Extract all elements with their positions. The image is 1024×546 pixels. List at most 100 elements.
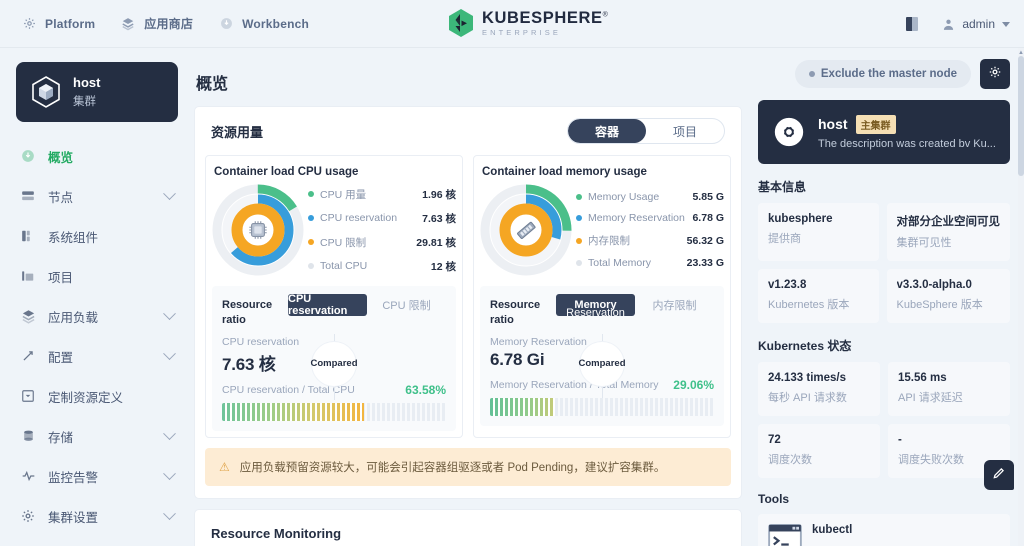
chevron-down-icon [163,346,176,360]
tab-memory-limit[interactable]: 内存限制 [635,294,714,316]
tool-item-kubectl[interactable]: kubectl [758,514,1010,546]
compare-left-label: CPU reservation [222,335,300,348]
status-cell-value: 24.133 times/s [768,372,847,384]
info-cell: v1.23.8 Kubernetes 版本 [758,269,879,323]
legend-row: Total Memory 23.33 G [576,257,724,269]
memory-pct-value: 29.06% [673,377,714,392]
memory-resource-ratio: Resource ratio Memory Reservation 内存限制 M… [480,286,724,426]
tab-cpu-reservation[interactable]: CPU reservation [288,293,367,317]
sidebar-item-label: 概览 [48,150,74,165]
legend-dot-icon [576,260,582,266]
user-name: admin [962,17,995,31]
legend-row: CPU 用量 1.96 核 [308,187,456,202]
host-card-title-row: host 主集群 [818,114,996,134]
legend-dot-icon [308,239,314,245]
crd-icon [20,388,36,404]
memory-compare-left: Memory Reservation 6.78 Gi [490,336,587,370]
cpu-pct-value: 63.58% [405,382,446,397]
feedback-button[interactable] [984,460,1014,490]
resource-usage-title: 资源用量 [211,124,264,140]
sidebar-item-nodes[interactable]: 节点 [0,176,190,216]
legend-label: Total Memory [588,257,652,269]
sidebar-item-storage[interactable]: 存储 [0,416,190,456]
sidebar-item-system-components[interactable]: 系统组件 [0,216,190,256]
info-cell-value: kubesphere [768,213,833,225]
kubernetes-status-title: Kubernetes 状态 [758,339,852,353]
cpu-ratio-bar-fill [222,402,365,421]
compare-left-value: 6.78 Gi [490,349,545,369]
status-cell: 15.56 ms API 请求延迟 [888,362,1010,416]
memory-donut-chart [476,180,576,280]
memory-stick-icon [513,217,539,243]
components-icon [20,228,36,244]
page-scrollbar-thumb[interactable] [1018,56,1024,176]
memory-ratio-bar [490,397,714,416]
cpu-ratio-label: Resource ratio [222,299,273,326]
kubesphere-logo: KUBESPHERE® ENTERPRISE [447,8,608,38]
sidebar-item-crd[interactable]: 定制资源定义 [0,376,190,416]
legend-label: CPU reservation [320,212,398,224]
tab-containers[interactable]: 容器 [568,119,646,143]
sidebar-item-monitoring-alerts[interactable]: 监控告警 [0,456,190,496]
nav-item-label: Platform [45,16,96,31]
tab-cpu-limit[interactable]: CPU 限制 [367,294,446,316]
exclude-master-node-label: Exclude the master node [820,68,957,80]
cluster-subtitle: 集群 [73,96,96,108]
nav-item-label: Workbench [242,16,310,31]
chevron-down-icon [163,426,176,440]
memory-ratio-bar-fill [490,397,556,416]
nav-item-label: 应用商店 [144,17,194,31]
nav-item-app-store[interactable]: 应用商店 [121,15,193,32]
exclude-master-node-button[interactable]: Exclude the master node [794,60,971,88]
warning-triangle-icon: ⚠ [219,459,230,474]
legend-dot-icon [576,194,582,200]
legend-label: 内存限制 [588,235,630,247]
status-cell-value: 15.56 ms [898,372,947,384]
compare-left-label: Memory Reservation [490,335,587,348]
user-menu[interactable]: admin [942,17,1010,32]
tool-text: kubectl [812,524,852,536]
nav-item-platform[interactable]: Platform [22,17,95,31]
docs-icon[interactable] [906,17,924,31]
sidebar-item-projects[interactable]: 项目 [0,256,190,296]
app-root: Platform 应用商店 Workbench KUBESPHERE® ENTE… [0,0,1024,546]
kubesphere-mark-icon [447,8,475,38]
info-cell-label: 提供商 [768,233,801,245]
tab-memory-reservation[interactable]: Memory Reservation [556,294,635,319]
legend-dot-icon [308,215,314,221]
scroll-up-arrow-icon[interactable]: ▲ [1018,50,1024,56]
sidebar-item-overview[interactable]: 概览 [0,136,190,176]
sidebar-item-label: 存储 [48,430,74,445]
legend-dot-icon [576,237,582,244]
cluster-name: host [73,75,101,90]
sidebar: host 集群 概览 节点 系统组件 项目 应用负载 配置 定制资源定义 存储 … [0,48,190,546]
memory-legend: Memory Usage 5.85 G Memory Reservation 6… [576,191,726,269]
tool-name: kubectl [812,524,853,536]
memory-ratio-tabs: Memory Reservation 内存限制 [556,294,714,319]
right-panel-toolbar: Exclude the master node [750,48,1024,100]
host-cluster-card[interactable]: host 主集群 The description was created bv … [758,100,1010,164]
host-description: The description was created bv Ku... [818,137,996,150]
legend-dot-icon [308,263,314,269]
legend-value: 29.81 核 [416,236,456,249]
settings-icon [20,508,36,524]
sidebar-item-configuration[interactable]: 配置 [0,336,190,376]
legend-row: Memory Usage 5.85 G [576,191,724,203]
cluster-selector[interactable]: host 集群 [16,62,178,122]
tab-projects[interactable]: 项目 [646,119,724,143]
cpu-ratio-tabs: CPU reservation CPU 限制 [288,293,446,317]
settings-button[interactable] [980,59,1010,89]
nav-item-workbench[interactable]: Workbench [219,17,309,31]
config-icon [20,348,36,364]
cluster-text: host 集群 [73,75,100,109]
chevron-down-icon [163,506,176,520]
legend-row: CPU reservation 7.63 核 [308,211,456,226]
overview-icon [20,148,36,164]
host-card-text: host 主集群 The description was created bv … [818,114,996,150]
usage-panels: Container load CPU usage CPU 用量 1.96 核 C… [195,155,741,448]
memory-pct-label: Memory Reservation / Total Memory [490,378,659,391]
sidebar-item-workloads[interactable]: 应用负载 [0,296,190,336]
sidebar-item-cluster-settings[interactable]: 集群设置 [0,496,190,536]
kubernetes-status-grid: 24.133 times/s 每秒 API 请求数 15.56 ms API 请… [758,362,1010,478]
cpu-compare: CPU reservation 7.63 核 Compared Total CP… [222,333,446,400]
